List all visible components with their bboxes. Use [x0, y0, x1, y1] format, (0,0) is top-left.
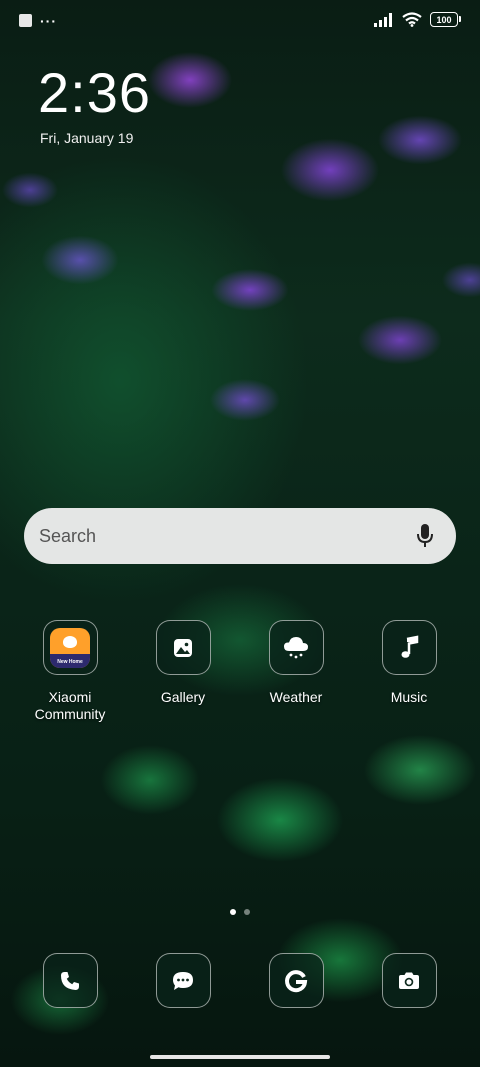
- dock-messages[interactable]: [128, 953, 238, 1008]
- music-glyph: [401, 634, 419, 658]
- wifi-icon: [402, 12, 422, 27]
- google-glyph: [285, 969, 308, 992]
- gallery-glyph: [174, 638, 192, 657]
- community-mascot: [63, 635, 77, 648]
- app-xiaomi-community[interactable]: New Home Xiaomi Community: [15, 620, 125, 723]
- gallery-icon[interactable]: [155, 620, 211, 675]
- search-placeholder: Search: [39, 525, 97, 546]
- more-dots-icon: ···: [40, 12, 57, 29]
- weather-glyph: [284, 636, 308, 658]
- app-gallery[interactable]: Gallery: [128, 620, 238, 706]
- signal-icon: [374, 12, 392, 27]
- home-indicator[interactable]: [150, 1055, 330, 1059]
- messages-glyph: [173, 971, 193, 990]
- clock-widget-date[interactable]: Fri, January 19: [40, 130, 133, 146]
- music-icon[interactable]: [381, 620, 437, 675]
- app-label: Gallery: [160, 689, 206, 705]
- status-right: 100: [374, 12, 461, 27]
- camera-icon[interactable]: [381, 953, 437, 1008]
- google-icon[interactable]: [268, 953, 324, 1008]
- weather-icon[interactable]: [268, 620, 324, 675]
- phone-icon[interactable]: [42, 953, 98, 1008]
- app-music[interactable]: Music: [354, 620, 464, 706]
- app-label: Weather: [269, 689, 323, 705]
- battery-icon: 100: [430, 12, 461, 27]
- page-dot-1: [230, 909, 236, 915]
- clock-widget-time[interactable]: 2:36: [38, 60, 151, 125]
- phone-glyph: [61, 971, 79, 990]
- page-dot-2: [244, 909, 250, 915]
- search-bar[interactable]: Search: [24, 508, 456, 564]
- app-label: Xiaomi Community: [34, 689, 106, 722]
- dock-phone[interactable]: [15, 953, 125, 1008]
- community-logo: New Home: [50, 627, 90, 668]
- battery-level: 100: [436, 14, 452, 25]
- community-icon-text: New Home: [57, 658, 83, 665]
- camera-glyph: [399, 972, 419, 989]
- messages-icon[interactable]: [155, 953, 211, 1008]
- dock-google[interactable]: [241, 953, 351, 1008]
- app-label: Music: [390, 689, 428, 705]
- dock-camera[interactable]: [354, 953, 464, 1008]
- xiaomi-community-icon[interactable]: New Home: [42, 620, 98, 675]
- notification-square-icon: [19, 14, 32, 27]
- status-bar: ··· 100: [0, 0, 480, 42]
- status-left: ···: [19, 12, 57, 29]
- microphone-icon[interactable]: [416, 523, 434, 549]
- app-weather[interactable]: Weather: [241, 620, 351, 706]
- page-indicator: [0, 909, 480, 915]
